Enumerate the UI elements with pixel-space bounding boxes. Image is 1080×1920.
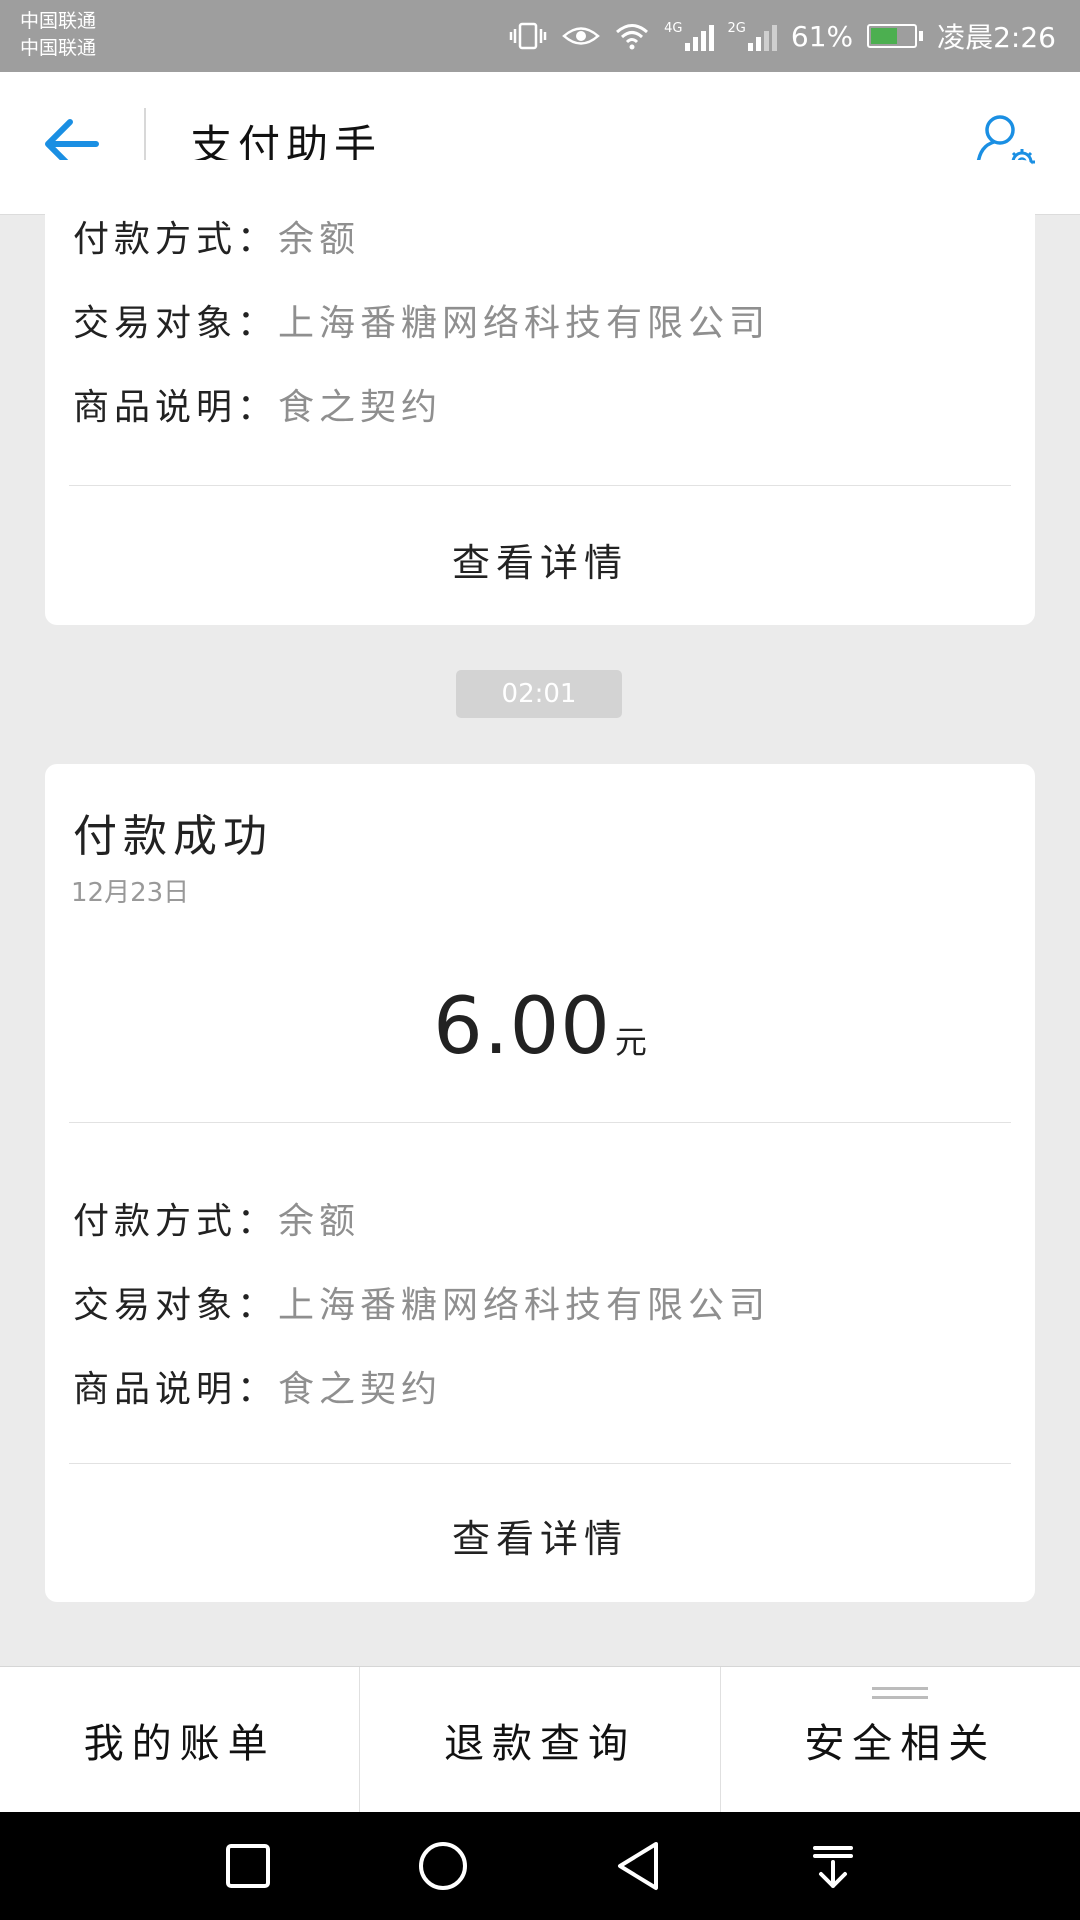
notification-pull-icon — [812, 1846, 853, 1888]
card-divider — [69, 485, 1011, 486]
tab-security-label: 安全相关 — [804, 1721, 997, 1767]
wifi-icon — [614, 22, 650, 50]
amount: 6.00 元 — [45, 982, 1035, 1072]
battery-icon — [867, 24, 924, 48]
status-bar: 中国联通 中国联通 4G 2G 61% 凌晨2:26 — [0, 0, 1080, 72]
home-icon — [418, 1842, 467, 1890]
payment-card: 付款成功 12月23日 6.00 元 付款方式：余额 交易对象：上海番糖网络科技有… — [45, 764, 1035, 1602]
tab-security[interactable]: 安全相关 — [719, 1667, 1080, 1813]
eye-icon — [562, 23, 601, 49]
bottom-tab-bar: 我的账单 退款查询 安全相关 — [0, 1666, 1080, 1813]
counterparty-row: 交易对象：上海番糖网络科技有限公司 — [73, 1285, 771, 1326]
amount-unit: 元 — [614, 1023, 647, 1061]
product-description-row: 商品说明：食之契约 — [73, 1369, 443, 1410]
view-details-link[interactable]: 查看详情 — [45, 1508, 1035, 1563]
carrier-info: 中国联通 中国联通 — [20, 8, 96, 62]
system-nav-bar — [0, 1812, 1080, 1920]
status-icons: 4G 2G 61% 凌晨2:26 — [508, 0, 1056, 72]
payment-card-previous: 付款方式：余额 交易对象：上海番糖网络科技有限公司 商品说明：食之契约 查看详情 — [45, 160, 1035, 625]
signal-icon: 4G — [664, 21, 714, 51]
home-button[interactable] — [411, 1834, 475, 1898]
system-back-button[interactable] — [606, 1834, 670, 1898]
payment-method-row: 付款方式：余额 — [73, 219, 361, 260]
signal-2-icon: 2G — [728, 21, 777, 51]
card-divider — [69, 1122, 1011, 1123]
carrier-2: 中国联通 — [20, 37, 97, 59]
product-description-row: 商品说明：食之契约 — [73, 387, 443, 428]
recent-apps-button[interactable] — [216, 1834, 280, 1898]
vibrate-icon — [508, 21, 548, 51]
counterparty-row: 交易对象：上海番糖网络科技有限公司 — [73, 303, 771, 344]
menu-lines-icon — [872, 1687, 929, 1705]
payment-method-row: 付款方式：余额 — [73, 1201, 361, 1242]
carrier-1: 中国联通 — [20, 10, 97, 32]
clock: 凌晨2:26 — [937, 21, 1056, 54]
time-badge: 02:01 — [456, 670, 622, 718]
card-date: 12月23日 — [71, 878, 190, 908]
tab-refund-query[interactable]: 退款查询 — [359, 1667, 719, 1813]
card-divider — [69, 1463, 1011, 1464]
back-icon — [617, 1842, 658, 1890]
amount-value: 6.00 — [433, 982, 611, 1072]
tab-my-bills[interactable]: 我的账单 — [0, 1667, 359, 1813]
card-title: 付款成功 — [73, 811, 273, 862]
battery-percent: 61% — [790, 19, 854, 53]
notification-pull-button[interactable] — [801, 1834, 865, 1898]
view-details-link[interactable]: 查看详情 — [45, 532, 1035, 587]
recent-apps-icon — [225, 1844, 270, 1888]
